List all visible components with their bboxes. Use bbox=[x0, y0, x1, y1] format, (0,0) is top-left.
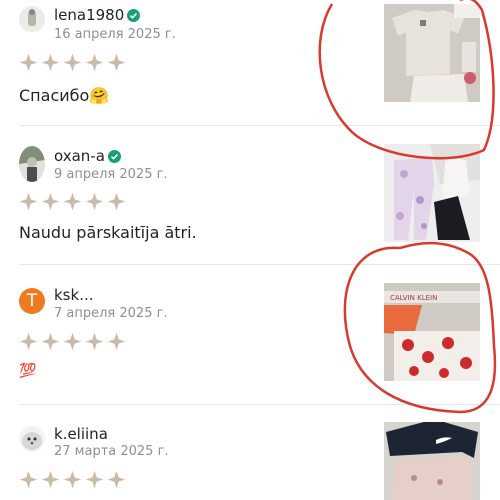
svg-text:CALVIN KLEIN: CALVIN KLEIN bbox=[390, 294, 437, 302]
username[interactable]: lena1980 bbox=[54, 6, 141, 24]
username[interactable]: ksk... bbox=[54, 286, 94, 304]
review-item: k.eliina 27 марта 2025 г. bbox=[0, 420, 500, 500]
review-photo[interactable] bbox=[384, 4, 480, 102]
username[interactable]: oxan-a bbox=[54, 147, 121, 165]
star-icon bbox=[85, 53, 104, 72]
jacket-photo-icon bbox=[384, 422, 480, 500]
star-icon bbox=[19, 53, 38, 72]
star-icon bbox=[41, 332, 60, 351]
review-date: 16 апреля 2025 г. bbox=[54, 27, 176, 42]
review-comment: Naudu pārskaitīja ātri. bbox=[19, 223, 197, 242]
review-photo[interactable] bbox=[384, 422, 480, 500]
review-comment: Спасибо🤗 bbox=[19, 86, 110, 105]
review-item: lena1980 16 апреля 2025 г. Спасибо🤗 bbox=[0, 0, 500, 125]
review-divider bbox=[19, 404, 500, 405]
star-icon bbox=[85, 332, 104, 351]
star-rating bbox=[19, 470, 126, 489]
star-icon bbox=[63, 192, 82, 211]
star-icon bbox=[107, 332, 126, 351]
review-comment: 💯 bbox=[19, 363, 37, 379]
star-icon bbox=[19, 332, 38, 351]
star-icon bbox=[85, 470, 104, 489]
review-divider bbox=[19, 264, 500, 265]
user-avatar[interactable] bbox=[19, 6, 45, 32]
underwear-photo-icon: CALVIN KLEIN bbox=[384, 283, 480, 381]
star-icon bbox=[19, 470, 38, 489]
star-icon bbox=[41, 53, 60, 72]
review-photo[interactable] bbox=[384, 144, 480, 242]
star-icon bbox=[85, 192, 104, 211]
star-icon bbox=[19, 192, 38, 211]
user-avatar[interactable] bbox=[19, 146, 45, 182]
review-date: 27 марта 2025 г. bbox=[54, 444, 169, 459]
seal-avatar-icon bbox=[19, 426, 45, 452]
star-icon bbox=[107, 470, 126, 489]
user-avatar[interactable]: T bbox=[19, 288, 45, 314]
star-icon bbox=[107, 53, 126, 72]
verified-badge-icon bbox=[127, 8, 141, 22]
clothing-photo-icon bbox=[384, 144, 480, 242]
star-icon bbox=[41, 470, 60, 489]
review-date: 9 апреля 2025 г. bbox=[54, 167, 168, 182]
review-photo[interactable]: CALVIN KLEIN bbox=[384, 283, 480, 381]
star-icon bbox=[63, 53, 82, 72]
clothing-photo-icon bbox=[384, 4, 480, 102]
username[interactable]: k.eliina bbox=[54, 425, 108, 443]
user-avatar[interactable] bbox=[19, 426, 45, 452]
star-icon bbox=[107, 192, 126, 211]
review-divider bbox=[19, 125, 500, 126]
verified-badge-icon bbox=[107, 149, 121, 163]
star-icon bbox=[41, 192, 60, 211]
star-icon bbox=[63, 332, 82, 351]
star-rating bbox=[19, 53, 126, 72]
review-date: 7 апреля 2025 г. bbox=[54, 306, 168, 321]
review-item: T ksk... 7 апреля 2025 г. 💯 CALVIN KLEIN bbox=[0, 280, 500, 405]
review-item: oxan-a 9 апреля 2025 г. Naudu pārskaitīj… bbox=[0, 140, 500, 265]
star-rating bbox=[19, 332, 126, 351]
star-rating bbox=[19, 192, 126, 211]
star-icon bbox=[63, 470, 82, 489]
